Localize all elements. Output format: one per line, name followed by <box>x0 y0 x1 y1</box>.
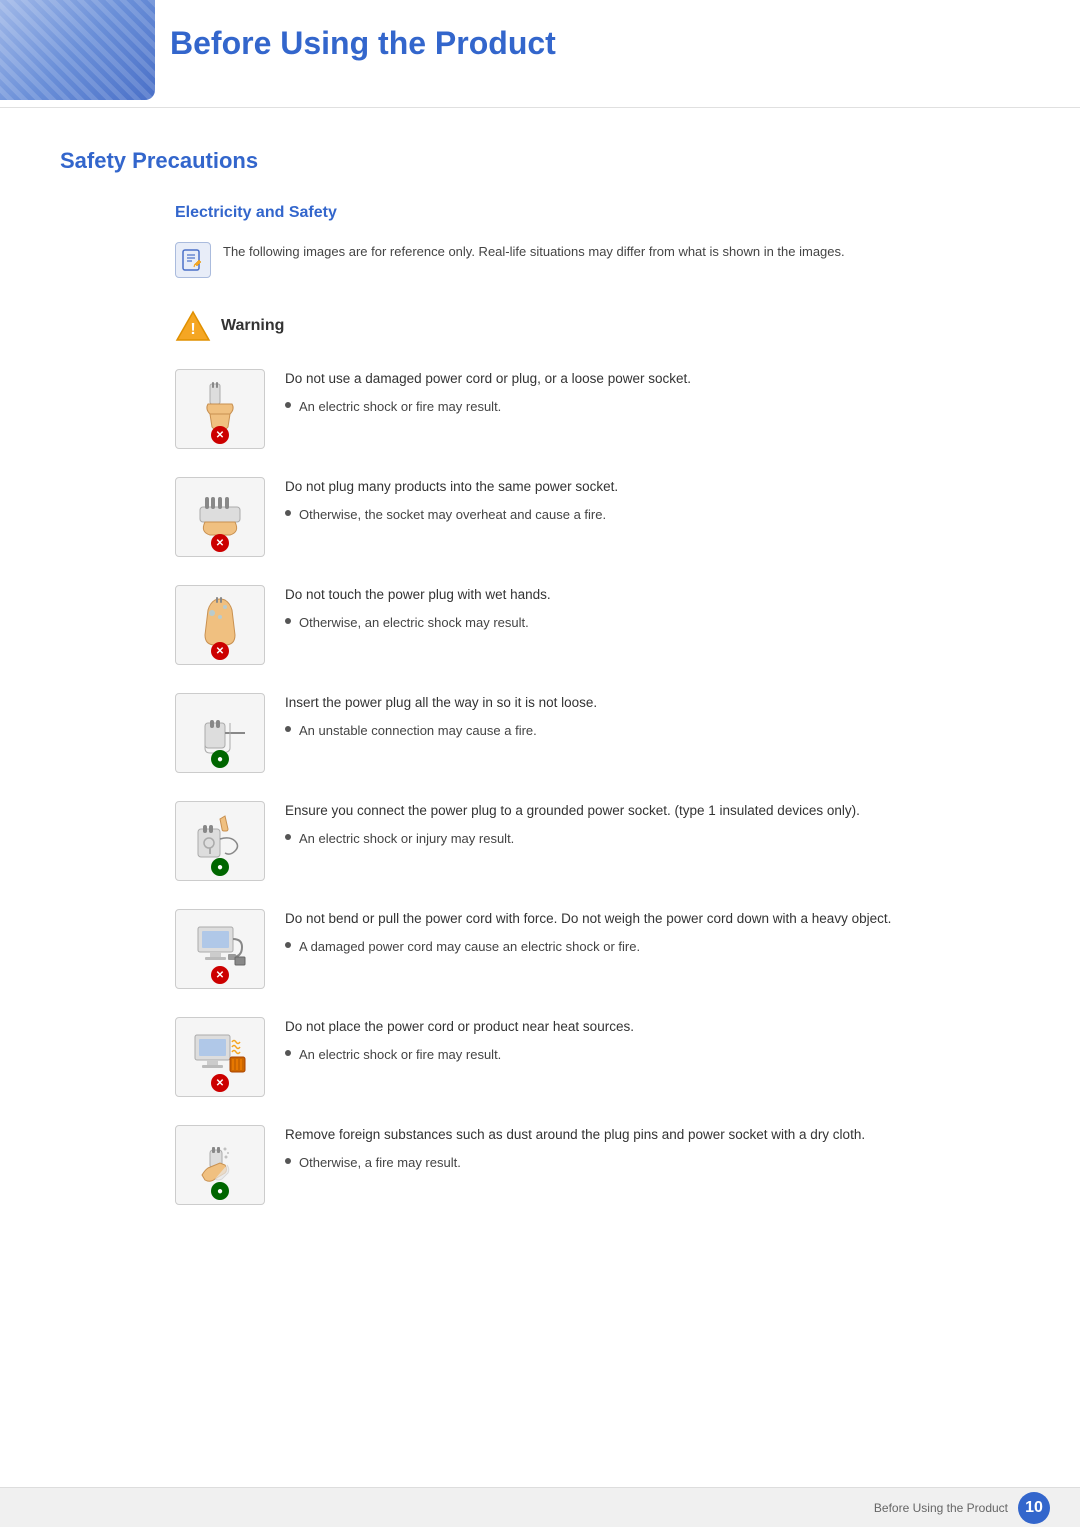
warning-item-7: ✕ Do not place the power cord or product… <box>175 1017 1020 1097</box>
item-image-8: ● <box>175 1125 265 1205</box>
item-image-1: ✕ <box>175 369 265 449</box>
item-bullet-text-1: An electric shock or fire may result. <box>299 397 501 417</box>
warning-item-6: ✕ Do not bend or pull the power cord wit… <box>175 909 1020 989</box>
item-bullet-1: An electric shock or fire may result. <box>285 397 1020 417</box>
bullet-dot-7 <box>285 1050 291 1056</box>
warning-item-8: ● Remove foreign substances such as dust… <box>175 1125 1020 1205</box>
item-content-4: Insert the power plug all the way in so … <box>285 693 1020 741</box>
warning-item-3: ✕ Do not touch the power plug with wet h… <box>175 585 1020 665</box>
main-content: Safety Precautions Electricity and Safet… <box>0 148 1080 1293</box>
warning-item-2: ✕ Do not plug many products into the sam… <box>175 477 1020 557</box>
item-bullet-text-6: A damaged power cord may cause an electr… <box>299 937 640 957</box>
item-main-text-4: Insert the power plug all the way in so … <box>285 693 1020 713</box>
item-image-7: ✕ <box>175 1017 265 1097</box>
item-main-text-6: Do not bend or pull the power cord with … <box>285 909 1020 929</box>
item-bullet-8: Otherwise, a fire may result. <box>285 1153 1020 1173</box>
item-bullet-5: An electric shock or injury may result. <box>285 829 1020 849</box>
item-badge-4: ● <box>211 750 229 768</box>
header-blue-accent <box>0 0 155 100</box>
item-content-3: Do not touch the power plug with wet han… <box>285 585 1020 633</box>
item-image-5: ● <box>175 801 265 881</box>
item-bullet-4: An unstable connection may cause a fire. <box>285 721 1020 741</box>
item-main-text-2: Do not plug many products into the same … <box>285 477 1020 497</box>
bullet-dot-2 <box>285 510 291 516</box>
page-footer: Before Using the Product 10 <box>0 1487 1080 1527</box>
header-stripe <box>0 0 155 100</box>
item-image-2: ✕ <box>175 477 265 557</box>
warning-item: ✕ Do not use a damaged power cord or plu… <box>175 369 1020 449</box>
item-main-text-1: Do not use a damaged power cord or plug,… <box>285 369 1020 389</box>
page-header: Before Using the Product <box>0 0 1080 108</box>
item-main-text-5: Ensure you connect the power plug to a g… <box>285 801 1020 821</box>
item-content-5: Ensure you connect the power plug to a g… <box>285 801 1020 849</box>
item-bullet-6: A damaged power cord may cause an electr… <box>285 937 1020 957</box>
bullet-dot-6 <box>285 942 291 948</box>
bullet-dot-5 <box>285 834 291 840</box>
item-badge-6: ✕ <box>211 966 229 984</box>
item-bullet-2: Otherwise, the socket may overheat and c… <box>285 505 1020 525</box>
note-block: The following images are for reference o… <box>175 242 1020 278</box>
item-main-text-8: Remove foreign substances such as dust a… <box>285 1125 1020 1145</box>
bullet-dot-1 <box>285 402 291 408</box>
item-bullet-text-2: Otherwise, the socket may overheat and c… <box>299 505 606 525</box>
warning-item-5: ● Ensure you connect the power plug to a… <box>175 801 1020 881</box>
section-title: Safety Precautions <box>60 148 1020 174</box>
bullet-dot-3 <box>285 618 291 624</box>
item-content-2: Do not plug many products into the same … <box>285 477 1020 525</box>
item-bullet-text-3: Otherwise, an electric shock may result. <box>299 613 529 633</box>
subsection-title: Electricity and Safety <box>175 204 1020 222</box>
item-bullet-text-5: An electric shock or injury may result. <box>299 829 514 849</box>
item-bullet-text-7: An electric shock or fire may result. <box>299 1045 501 1065</box>
svg-text:!: ! <box>190 321 195 338</box>
item-content-6: Do not bend or pull the power cord with … <box>285 909 1020 957</box>
item-image-3: ✕ <box>175 585 265 665</box>
item-badge-8: ● <box>211 1182 229 1200</box>
item-content-8: Remove foreign substances such as dust a… <box>285 1125 1020 1173</box>
item-main-text-3: Do not touch the power plug with wet han… <box>285 585 1020 605</box>
item-badge-3: ✕ <box>211 642 229 660</box>
item-badge-1: ✕ <box>211 426 229 444</box>
item-bullet-text-4: An unstable connection may cause a fire. <box>299 721 537 741</box>
warning-item-4: ● Insert the power plug all the way in s… <box>175 693 1020 773</box>
item-badge-5: ● <box>211 858 229 876</box>
item-badge-7: ✕ <box>211 1074 229 1092</box>
item-badge-2: ✕ <box>211 534 229 552</box>
page-title: Before Using the Product <box>170 0 1080 87</box>
warning-label: Warning <box>221 317 284 335</box>
item-image-4: ● <box>175 693 265 773</box>
item-bullet-text-8: Otherwise, a fire may result. <box>299 1153 461 1173</box>
bullet-dot-8 <box>285 1158 291 1164</box>
note-icon <box>175 242 211 278</box>
item-bullet-7: An electric shock or fire may result. <box>285 1045 1020 1065</box>
item-content-7: Do not place the power cord or product n… <box>285 1017 1020 1065</box>
item-content-1: Do not use a damaged power cord or plug,… <box>285 369 1020 417</box>
warning-header: ! Warning <box>175 308 1020 344</box>
item-main-text-7: Do not place the power cord or product n… <box>285 1017 1020 1037</box>
item-bullet-3: Otherwise, an electric shock may result. <box>285 613 1020 633</box>
footer-page-number: 10 <box>1018 1492 1050 1524</box>
bullet-dot-4 <box>285 726 291 732</box>
footer-text: Before Using the Product <box>874 1501 1008 1515</box>
note-text: The following images are for reference o… <box>223 242 845 263</box>
item-image-6: ✕ <box>175 909 265 989</box>
warning-triangle-icon: ! <box>175 308 211 344</box>
